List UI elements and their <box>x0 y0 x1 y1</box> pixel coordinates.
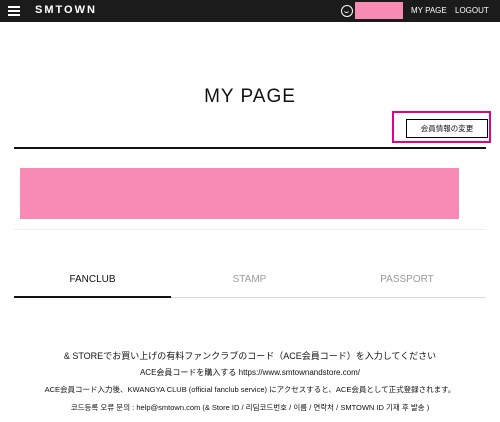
member-info-redacted <box>20 168 459 219</box>
notice-purchase-link: ACE会員コードを購入する https://www.smtownandstore… <box>139 368 361 377</box>
logout-link[interactable]: LOGOUT <box>455 6 489 15</box>
edit-member-info-button[interactable]: 会員情報の変更 <box>406 119 488 138</box>
title-divider <box>14 147 486 149</box>
tab-passport[interactable]: PASSPORT <box>328 262 486 298</box>
top-navigation-bar: SMTOWN MY PAGE LOGOUT <box>0 0 500 22</box>
hamburger-menu-icon[interactable] <box>8 6 20 16</box>
section-divider <box>14 229 486 230</box>
notice-instruction: & STOREでお買い上げの有料ファンクラブのコード（ACE会員コード）を入力し… <box>63 351 437 361</box>
mypage-link[interactable]: MY PAGE <box>411 6 447 15</box>
notice-registration: ACE会員コード入力後、KWANGYA CLUB (official fancl… <box>44 385 456 394</box>
tab-fanclub[interactable]: FANCLUB <box>14 262 171 298</box>
tab-stamp[interactable]: STAMP <box>171 262 328 298</box>
tab-bar: FANCLUB STAMP PASSPORT <box>14 262 486 298</box>
notice-support-contact: 코드등록 오류 문의 : help@smtown.com (& Store ID… <box>70 403 430 412</box>
page-title: MY PAGE <box>204 86 296 107</box>
username-redacted <box>355 2 403 19</box>
user-icon <box>341 5 353 17</box>
smtown-logo[interactable]: SMTOWN <box>35 4 97 16</box>
